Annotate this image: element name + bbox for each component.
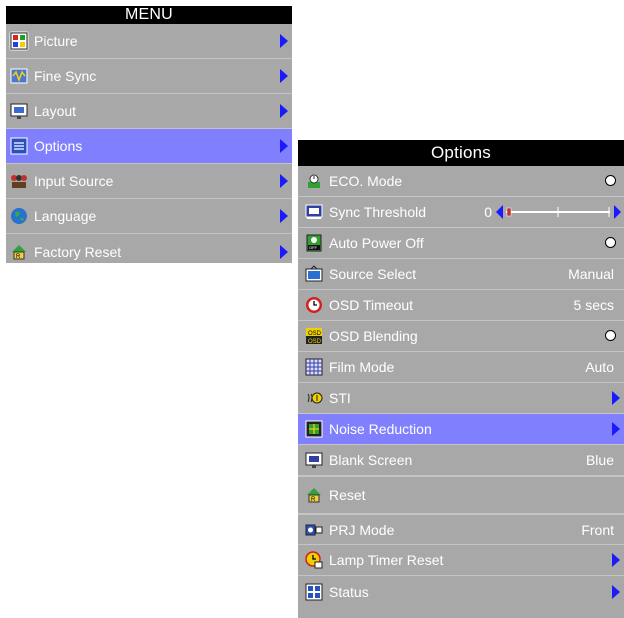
svg-text:R: R (311, 497, 316, 503)
options-title: Options (298, 140, 624, 166)
menu-item-label: Layout (34, 103, 77, 119)
option-blank-screen[interactable]: Blank Screen Blue (298, 445, 624, 476)
option-noise-reduction[interactable]: Noise Reduction (298, 414, 624, 445)
submenu-arrow-icon (280, 139, 288, 153)
option-label: ECO. Mode (329, 173, 403, 189)
submenu-arrow-icon (280, 174, 288, 188)
option-osd-timeout[interactable]: OSD Timeout 5 secs (298, 290, 624, 321)
prj-mode-icon (304, 520, 324, 540)
submenu-arrow-icon (280, 34, 288, 48)
sync-threshold-value: 0 (484, 204, 492, 220)
slider-thumb (506, 207, 512, 217)
option-label: Blank Screen (329, 452, 413, 468)
status-icon (304, 582, 324, 602)
noise-reduction-icon (304, 419, 324, 439)
menu-item-fine-sync[interactable]: Fine Sync (6, 59, 292, 94)
osd-timeout-icon (304, 295, 324, 315)
menu-item-layout[interactable]: Layout (6, 94, 292, 129)
fine-sync-icon (9, 66, 29, 86)
menu-item-picture[interactable]: Picture (6, 24, 292, 59)
option-film-mode[interactable]: Film Mode Auto (298, 352, 624, 383)
submenu-arrow-icon (280, 244, 288, 259)
film-mode-icon (304, 357, 324, 377)
sync-threshold-slider[interactable]: 0 (484, 197, 622, 227)
svg-text:OSD: OSD (308, 331, 322, 337)
slider-right-arrow-icon (614, 205, 621, 219)
sync-threshold-icon (304, 202, 324, 222)
menu-item-label: Input Source (34, 173, 114, 189)
options-icon (9, 136, 29, 156)
option-label: Reset (329, 487, 366, 503)
menu-item-label: Language (34, 208, 97, 224)
option-osd-blending[interactable]: OSD OSD OSD Blending (298, 321, 624, 352)
slider-left-arrow-icon (496, 205, 503, 219)
source-select-value: Manual (568, 266, 614, 282)
option-label: Status (329, 583, 369, 600)
menu-item-label: Fine Sync (34, 68, 97, 84)
option-label: Auto Power Off (329, 235, 424, 251)
menu-item-options[interactable]: Options (6, 129, 292, 164)
svg-text:OFF: OFF (309, 245, 318, 250)
menu-item-label: Factory Reset (34, 243, 122, 260)
option-sync-threshold[interactable]: Sync Threshold 0 (298, 197, 624, 228)
eco-mode-icon (304, 171, 324, 191)
option-prj-mode[interactable]: PRJ Mode Front (298, 514, 624, 545)
input-source-icon (9, 171, 29, 191)
option-label: Noise Reduction (329, 421, 432, 437)
option-eco-mode[interactable]: ECO. Mode (298, 166, 624, 197)
osd-blending-icon: OSD OSD (304, 326, 324, 346)
option-lamp-timer-reset[interactable]: Lamp Timer Reset (298, 545, 624, 576)
auto-power-off-icon: OFF (304, 233, 324, 253)
prj-mode-value: Front (581, 521, 614, 538)
auto-power-off-radio[interactable] (605, 237, 616, 248)
submenu-arrow-icon (612, 584, 620, 599)
submenu-arrow-icon (612, 391, 620, 405)
factory-reset-icon: R (9, 242, 29, 262)
option-status[interactable]: Status (298, 576, 624, 607)
menu-item-label: Picture (34, 33, 78, 49)
sti-icon (304, 388, 324, 408)
menu-item-language[interactable]: Language (6, 199, 292, 234)
menu-item-input-source[interactable]: Input Source (6, 164, 292, 199)
svg-text:R: R (16, 254, 21, 260)
option-label: STI (329, 390, 351, 406)
menu-title: MENU (6, 6, 292, 24)
option-auto-power-off[interactable]: OFF Auto Power Off (298, 228, 624, 259)
picture-icon (9, 31, 29, 51)
submenu-arrow-icon (280, 69, 288, 83)
option-label: OSD Blending (329, 328, 418, 344)
option-source-select[interactable]: Source Select Manual (298, 259, 624, 290)
menu-item-label: Options (34, 138, 83, 154)
submenu-arrow-icon (280, 209, 288, 223)
option-sti[interactable]: STI (298, 383, 624, 414)
main-menu-panel: MENU Picture Fine Sync Layout Options In… (6, 6, 292, 263)
submenu-arrow-icon (612, 422, 620, 436)
eco-mode-radio[interactable] (605, 175, 616, 186)
option-reset[interactable]: R Reset (298, 476, 624, 514)
lamp-timer-reset-icon (304, 550, 324, 570)
reset-icon: R (304, 485, 324, 505)
osd-blending-radio[interactable] (605, 330, 616, 341)
option-label: Film Mode (329, 359, 395, 375)
svg-text:OSD: OSD (308, 339, 322, 345)
option-label: PRJ Mode (329, 521, 395, 538)
option-label: Lamp Timer Reset (329, 552, 444, 568)
options-panel: Options ECO. Mode Sync Threshold 0 OFF A… (298, 140, 624, 618)
osd-timeout-value: 5 secs (573, 297, 614, 313)
submenu-arrow-icon (280, 104, 288, 118)
menu-item-factory-reset[interactable]: R Factory Reset (6, 234, 292, 269)
blank-screen-value: Blue (585, 452, 614, 468)
layout-icon (9, 101, 29, 121)
blank-screen-icon (304, 450, 324, 470)
film-mode-value: Auto (585, 359, 614, 375)
source-select-icon (304, 264, 324, 284)
submenu-arrow-icon (612, 553, 620, 567)
language-icon (9, 206, 29, 226)
